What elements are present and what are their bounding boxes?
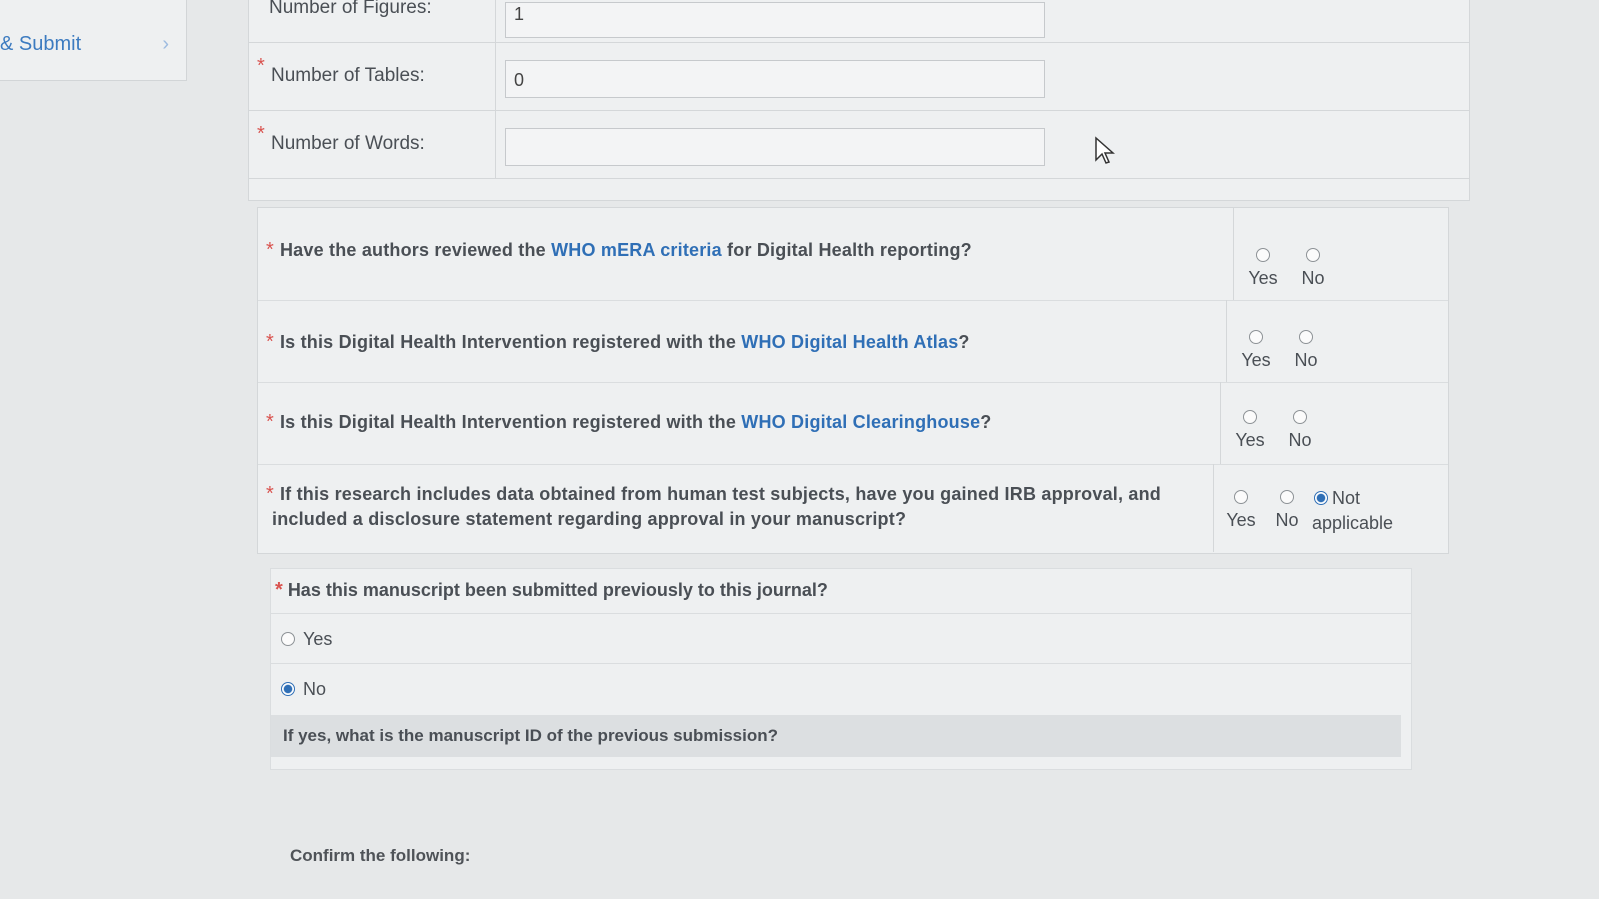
question-clearinghouse-row: * Is this Digital Health Intervention reg… [258,382,1448,465]
who-digital-health-atlas-link[interactable]: WHO Digital Health Atlas [741,332,958,352]
question-text-line2: included a disclosure statement regardin… [272,509,907,529]
option-label: No [1294,350,1318,370]
question-text: for Digital Health reporting? [721,240,972,260]
confirm-following-heading: Confirm the following: [290,846,471,865]
option-label: No [1275,510,1299,530]
mera-no-option[interactable]: No [1288,248,1338,289]
question-text: Is this Digital Health Intervention regi… [279,332,742,352]
mera-yes-option[interactable]: Yes [1238,248,1288,289]
question-text: Has this manuscript been submitted previ… [287,580,828,600]
option-label: Yes [1226,510,1256,530]
tables-field[interactable]: 0 [505,60,1045,98]
who-mera-criteria-link[interactable]: WHO mERA criteria [551,240,722,260]
words-field[interactable] [505,128,1045,166]
question-mera-text: * Have the authors reviewed the WHO mERA … [266,238,972,263]
words-row: * Number of Words: [249,110,1469,179]
radio-button[interactable] [281,632,295,646]
question-health-atlas-row: * Is this Digital Health Intervention reg… [258,300,1448,383]
required-marker: * [257,123,265,145]
words-label: Number of Words: [271,133,425,154]
question-text: ? [958,332,970,352]
required-marker: * [266,331,274,353]
irb-not-applicable-option[interactable]: Not applicable [1312,488,1402,534]
required-marker: * [266,239,274,261]
previous-submission-section: * Has this manuscript been submitted pre… [270,568,1412,770]
question-clearinghouse-options: Yes No [1220,382,1411,464]
radio-button-selected[interactable] [281,682,295,696]
irb-no-option[interactable]: No [1262,490,1312,531]
atlas-no-option[interactable]: No [1281,330,1331,371]
figures-field[interactable]: 1 [505,2,1045,38]
question-text: ? [980,412,992,432]
mouse-pointer-icon [1095,136,1115,164]
figures-label: Number of Figures: [269,0,432,18]
question-mera-options: Yes No [1233,208,1424,300]
radio-button[interactable] [1256,248,1270,262]
option-label: Yes [303,629,333,649]
clearinghouse-no-option[interactable]: No [1275,410,1325,451]
question-irb-text: * If this research includes data obtained… [266,482,1161,532]
question-irb-row: * If this research includes data obtained… [258,464,1448,552]
radio-button[interactable] [1293,410,1307,424]
required-marker: * [257,55,265,77]
radio-button-selected[interactable] [1314,491,1328,505]
sidebar-item-submit[interactable]: & Submit › [0,28,175,60]
question-health-atlas-text: * Is this Digital Health Intervention reg… [266,330,970,355]
question-health-atlas-options: Yes No [1226,300,1417,382]
previous-yes-option[interactable]: Yes [271,613,1411,664]
sidebar: & Submit › [0,0,187,81]
option-label: Yes [1235,430,1265,450]
option-label: No [303,679,327,699]
chevron-right-icon: › [162,33,169,55]
option-label-line2: applicable [1312,513,1394,533]
question-text-line1: If this research includes data obtained … [279,484,1161,504]
radio-button[interactable] [1249,330,1263,344]
words-label-cell: * Number of Words: [249,110,496,178]
question-clearinghouse-text: * Is this Digital Health Intervention reg… [266,410,992,435]
previous-no-option[interactable]: No [271,663,1411,714]
figures-label-cell: Number of Figures: [249,0,496,42]
tables-label: Number of Tables: [271,65,425,86]
option-label: Yes [1241,350,1271,370]
reporting-questions-table: * Have the authors reviewed the WHO mERA … [257,207,1449,554]
tables-row: * Number of Tables: 0 [249,42,1469,111]
previous-submission-question: * Has this manuscript been submitted pre… [275,579,828,602]
figures-row: Number of Figures: 1 [249,0,1469,43]
manuscript-details-table: Number of Figures: 1 * Number of Tables:… [248,0,1470,201]
question-mera-row: * Have the authors reviewed the WHO mERA … [258,208,1448,301]
atlas-yes-option[interactable]: Yes [1231,330,1281,371]
option-label: No [1288,430,1312,450]
radio-button[interactable] [1234,490,1248,504]
question-irb-options: Yes No Not applicable [1213,464,1414,552]
required-marker: * [275,579,283,601]
radio-button[interactable] [1299,330,1313,344]
required-marker: * [266,483,274,505]
tables-label-cell: * Number of Tables: [249,42,496,110]
radio-button[interactable] [1280,490,1294,504]
required-marker: * [266,411,274,433]
option-label: Not [1332,488,1361,508]
radio-button[interactable] [1306,248,1320,262]
option-label: No [1301,268,1325,288]
irb-yes-option[interactable]: Yes [1216,490,1266,531]
clearinghouse-yes-option[interactable]: Yes [1225,410,1275,451]
radio-button[interactable] [1243,410,1257,424]
option-label: Yes [1248,268,1278,288]
question-text: Have the authors reviewed the [279,240,552,260]
who-digital-clearinghouse-link[interactable]: WHO Digital Clearinghouse [741,412,980,432]
previous-manuscript-id-label: If yes, what is the manuscript ID of the… [271,715,1401,757]
question-text: Is this Digital Health Intervention regi… [279,412,742,432]
sidebar-item-label: & Submit [0,33,82,55]
